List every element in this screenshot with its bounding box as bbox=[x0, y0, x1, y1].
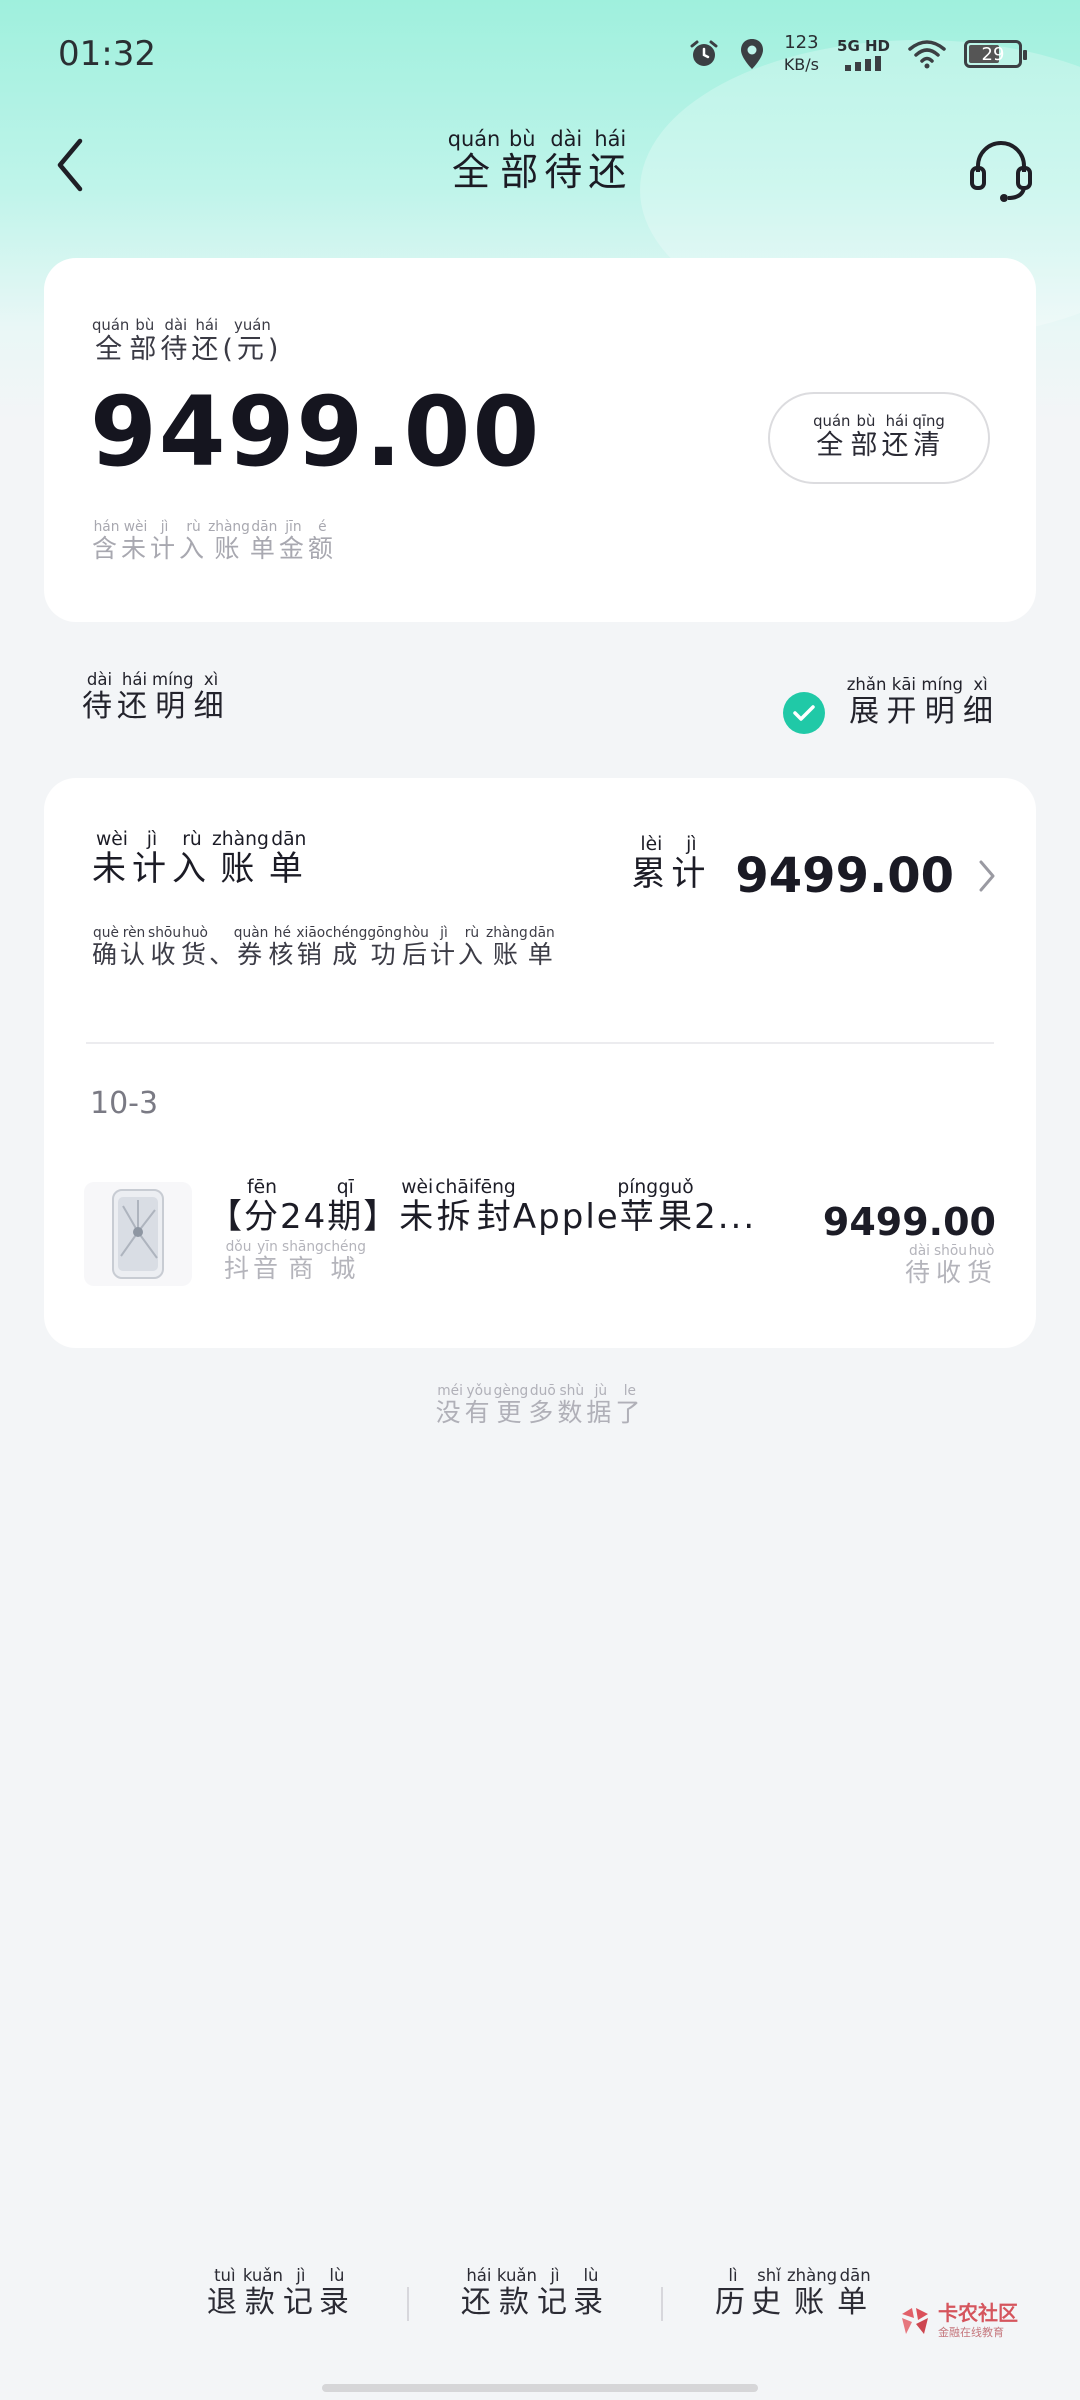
order-status: 待dài收shōu货huò bbox=[904, 1243, 996, 1287]
cumulative-label: 累lèi计jì bbox=[631, 834, 712, 894]
signal-icon bbox=[844, 56, 881, 71]
home-indicator[interactable] bbox=[322, 2384, 758, 2392]
net-speed-unit: KB/s bbox=[783, 55, 820, 74]
order-merchant: 抖dǒu音yīn商shāng城chéng bbox=[224, 1239, 366, 1283]
alarm-icon bbox=[690, 40, 718, 66]
divider bbox=[86, 1042, 994, 1044]
history-bills-link[interactable]: 历lì史shǐ账zhàng单dān bbox=[663, 2266, 925, 2321]
customer-service-button[interactable] bbox=[966, 134, 1036, 204]
watermark: 卡农社区 金融在线教育 bbox=[898, 2302, 1018, 2340]
battery-level: 29 bbox=[981, 43, 1005, 65]
page-header: 全quán部bù待dài还hái bbox=[0, 110, 1080, 230]
total-due-label: 全quán部bù待dài还hái(元yuán) bbox=[92, 316, 283, 365]
order-title: 【分fēn24期qī】未wèi拆chāi封fēngApple苹píng果guǒ2… bbox=[208, 1177, 757, 1237]
order-item[interactable]: 【分fēn24期qī】未wèi拆chāi封fēngApple苹píng果guǒ2… bbox=[84, 1177, 996, 1292]
unbilled-title: 未wèi计jì入rù账zhàng单dān bbox=[92, 829, 309, 889]
total-due-note: 含hán未wèi计jì入rù账zhàng单dān金jīn额é bbox=[92, 519, 337, 563]
page-title: 全quán部bù待dài还hái bbox=[447, 127, 633, 194]
expand-details-label: 展zhǎn开kāi明míng细xì bbox=[846, 674, 998, 729]
watermark-sub: 金融在线教育 bbox=[938, 2326, 1004, 2339]
details-title: 待dài还hái明míng细xì bbox=[82, 670, 229, 724]
battery-icon: 29 bbox=[964, 40, 1027, 68]
cumulative-row[interactable]: 累lèi计jì 9499.00 bbox=[631, 826, 996, 904]
summary-card: 全quán部bù待dài还hái(元yuán) 9499.00 含hán未wèi… bbox=[44, 258, 1036, 622]
order-date: 10-3 bbox=[90, 1086, 159, 1121]
unbilled-description: 确què认rèn收shōu货huò、券quàn核hé销xiāo成chéng功gō… bbox=[92, 925, 556, 969]
status-bar: 01:32 123 KB/s 5G HD 29 bbox=[0, 0, 1080, 110]
total-due-amount: 9499.00 bbox=[90, 376, 542, 488]
refund-records-link[interactable]: 退tuì款kuǎn记jì录lù bbox=[155, 2266, 407, 2321]
net-speed: 123 KB/s bbox=[784, 32, 819, 76]
check-icon bbox=[782, 692, 825, 734]
watermark-name: 卡农社区 bbox=[938, 2301, 1018, 2325]
wifi-icon bbox=[908, 40, 946, 69]
repay-records-link[interactable]: 还hái款kuǎn记jì录lù bbox=[409, 2266, 661, 2321]
details-row: 待dài还hái明míng细xì 展zhǎn开kāi明míng细xì bbox=[0, 660, 1080, 740]
pay-all-button[interactable]: 全quán 部bù 还hái 清qīng bbox=[768, 392, 990, 484]
expand-details-toggle[interactable]: 展zhǎn开kāi明míng细xì bbox=[782, 672, 998, 734]
headset-icon bbox=[970, 141, 1032, 202]
signal-group: 5G HD bbox=[837, 37, 890, 71]
no-more-data: 没méi有yǒu更gèng多duō数shù据jù了le bbox=[435, 1383, 645, 1427]
watermark-logo-icon bbox=[902, 2308, 928, 2334]
order-amount: 9499.00 bbox=[822, 1200, 996, 1244]
status-icons: 123 KB/s 5G HD 29 bbox=[688, 32, 1027, 76]
signal-label: 5G HD bbox=[837, 37, 890, 55]
location-icon bbox=[740, 39, 763, 69]
cumulative-amount: 9499.00 bbox=[735, 848, 954, 904]
status-time: 01:32 bbox=[58, 34, 156, 74]
net-speed-value: 123 bbox=[784, 32, 819, 53]
product-image bbox=[84, 1182, 192, 1286]
chevron-right-icon bbox=[979, 860, 995, 892]
unbilled-card: 未wèi计jì入rù账zhàng单dān 累lèi计jì 9499.00 确qu… bbox=[44, 778, 1036, 1348]
